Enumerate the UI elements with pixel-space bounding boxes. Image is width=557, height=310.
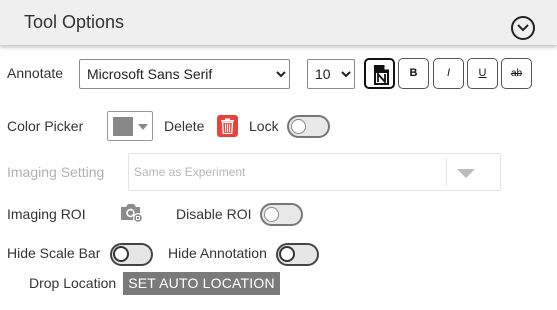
drop-location-label: Drop Location	[29, 275, 117, 291]
camera-settings-icon[interactable]	[120, 202, 144, 224]
panel-title: Tool Options	[24, 12, 125, 32]
lock-label: Lock	[249, 118, 279, 134]
imaging-roi-label: Imaging ROI	[7, 206, 86, 222]
bold-button[interactable]: B	[398, 58, 429, 89]
toggle-knob	[291, 119, 306, 134]
toggle-knob	[113, 246, 129, 262]
caret-down-icon	[138, 124, 148, 130]
annotate-label: Annotate	[7, 65, 64, 81]
strikethrough-button[interactable]: ab	[501, 58, 532, 89]
font-family-select[interactable]: Microsoft Sans Serif	[79, 59, 290, 89]
hide-scale-bar-label: Hide Scale Bar	[7, 245, 101, 261]
caret-down-icon	[457, 169, 475, 178]
chevron-down-circle-icon[interactable]	[511, 16, 535, 40]
new-note-button[interactable]	[364, 58, 395, 89]
delete-label: Delete	[164, 118, 205, 134]
tool-options-header[interactable]: Tool Options	[0, 0, 557, 46]
disable-roi-toggle[interactable]	[260, 203, 303, 226]
dropdown-separator	[446, 158, 447, 186]
hide-scale-bar-toggle[interactable]	[110, 243, 153, 266]
set-auto-location-button[interactable]: SET AUTO LOCATION	[123, 272, 280, 295]
imaging-setting-dropdown[interactable]: Same as Experiment	[128, 153, 501, 191]
imaging-setting-label: Imaging Setting	[7, 164, 105, 180]
color-picker-dropdown[interactable]	[107, 111, 153, 141]
trash-icon	[221, 118, 234, 134]
font-size-select[interactable]: 10	[307, 59, 355, 89]
toggle-knob	[279, 246, 295, 262]
delete-button[interactable]	[217, 115, 238, 137]
lock-toggle[interactable]	[287, 115, 330, 138]
imaging-setting-value: Same as Experiment	[134, 165, 246, 179]
hide-annotation-toggle[interactable]	[276, 243, 319, 266]
underline-button[interactable]: U	[467, 58, 498, 89]
color-swatch	[113, 117, 133, 136]
hide-annotation-label: Hide Annotation	[168, 245, 267, 261]
color-picker-label: Color Picker	[7, 118, 84, 134]
note-new-icon	[374, 65, 389, 85]
disable-roi-label: Disable ROI	[176, 206, 252, 222]
toggle-knob	[264, 207, 279, 222]
italic-button[interactable]: I	[433, 58, 464, 89]
